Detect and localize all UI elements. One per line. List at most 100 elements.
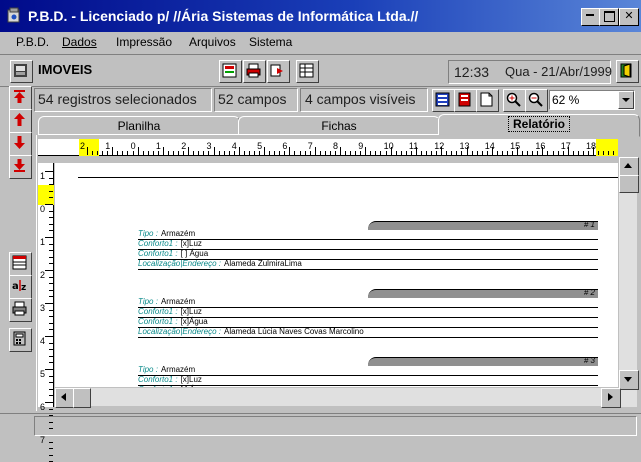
- horizontal-ruler: 2 1 0 1 2 3 4 5 6 7 8 9 10 11 12 13 14 15 16 17 18: [38, 139, 618, 156]
- calculator-button[interactable]: [9, 328, 32, 352]
- ruler-tick-label: 1: [40, 171, 46, 181]
- status-bar: [34, 416, 637, 436]
- zoom-value: 62 %: [552, 93, 580, 107]
- field-label: Conforto1 :: [138, 249, 178, 258]
- exit-button[interactable]: [616, 60, 639, 83]
- ruler-tick-mark: [49, 316, 53, 318]
- last-record-button[interactable]: [9, 155, 32, 179]
- ruler-tick-mark: [92, 151, 94, 155]
- ruler-tick-mark: [142, 151, 144, 155]
- ruler-tick-mark: [49, 355, 53, 357]
- database-button[interactable]: [10, 60, 33, 83]
- ruler-tick-mark: [49, 408, 53, 410]
- field-label: Localização|Endereço :: [138, 259, 222, 268]
- scroll-down-button[interactable]: [619, 370, 639, 390]
- vertical-scroll-thumb[interactable]: [619, 175, 639, 193]
- field-label: Conforto1 :: [138, 239, 178, 248]
- zoom-select[interactable]: 62 %: [549, 90, 635, 110]
- next-record-button[interactable]: [9, 132, 32, 156]
- ruler-tick-mark: [45, 402, 53, 403]
- horizontal-scrollbar[interactable]: [55, 388, 621, 408]
- ruler-tick-label: 1: [105, 141, 111, 151]
- ruler-tick-mark: [162, 147, 164, 155]
- zoom-dropdown-button[interactable]: [618, 91, 634, 109]
- calculator-icon: [13, 331, 26, 346]
- menu-dados[interactable]: Dados: [62, 35, 97, 49]
- menu-sistema[interactable]: Sistema: [249, 35, 292, 49]
- first-record-button[interactable]: [9, 86, 32, 110]
- ruler-tick-mark: [547, 151, 549, 155]
- ruler-tick-mark: [49, 177, 53, 179]
- form-icon: [222, 63, 237, 78]
- record-field: Localização|Endereço : Alameda Lúcia Nave…: [138, 327, 598, 338]
- page-icon: [480, 92, 493, 107]
- form-button[interactable]: [219, 60, 242, 83]
- ruler-tick-mark: [324, 151, 326, 155]
- print-preview-button[interactable]: [9, 298, 32, 322]
- layout-button[interactable]: [432, 89, 455, 112]
- ruler-tick-mark: [49, 263, 53, 265]
- zoom-out-button[interactable]: [525, 89, 548, 112]
- horizontal-scroll-thumb[interactable]: [73, 388, 91, 408]
- field-label: Localização|Endereço :: [138, 327, 222, 336]
- print-button[interactable]: [243, 60, 266, 83]
- close-icon: ✕: [624, 9, 634, 22]
- ruler-tick-mark: [304, 151, 306, 155]
- previous-record-button[interactable]: [9, 109, 32, 133]
- ruler-tick-mark: [49, 276, 53, 278]
- ruler-tick-mark: [496, 151, 498, 155]
- ruler-tick-mark: [506, 151, 508, 155]
- ruler-tick-mark: [49, 197, 53, 199]
- clock-date: Qua - 21/Abr/1999: [505, 64, 612, 79]
- maximize-button[interactable]: [599, 8, 619, 26]
- zoom-in-button[interactable]: [503, 89, 526, 112]
- ruler-tick-label: 2: [40, 270, 46, 280]
- field-value: [x]Luz: [180, 239, 202, 248]
- menu-impressao[interactable]: Impressão: [116, 35, 172, 49]
- records-count-panel: 54 registros selecionados: [34, 88, 212, 112]
- arrow-left-icon: [61, 393, 66, 401]
- sheet-button[interactable]: [296, 60, 319, 83]
- table-view-button[interactable]: [9, 252, 32, 276]
- export-button[interactable]: [267, 60, 290, 83]
- ruler-tick-label: 4: [231, 141, 237, 151]
- ruler-tick-mark: [314, 147, 316, 155]
- ruler-tick-mark: [49, 342, 53, 344]
- report-button[interactable]: [454, 89, 477, 112]
- ruler-tick-mark: [542, 147, 544, 155]
- ruler-tick-mark: [147, 151, 149, 155]
- page-button[interactable]: [476, 89, 499, 112]
- clock-panel: 12:33 Qua - 21/Abr/1999: [448, 60, 612, 84]
- tab-relatorio[interactable]: Relatório: [438, 114, 640, 137]
- ruler-tick-label: 5: [257, 141, 263, 151]
- ruler-tick-mark: [137, 147, 139, 155]
- ruler-tick-mark: [269, 151, 271, 155]
- close-button[interactable]: ✕: [619, 8, 639, 26]
- menu-arquivos[interactable]: Arquivos: [189, 35, 236, 49]
- ruler-tick-mark: [49, 223, 53, 225]
- scroll-right-button[interactable]: [601, 388, 621, 408]
- ruler-tick-mark: [49, 395, 53, 397]
- ruler-tick-mark: [49, 454, 53, 456]
- field-label: Tipo :: [138, 365, 158, 374]
- ruler-tick-mark: [441, 147, 443, 155]
- app-icon[interactable]: [6, 7, 22, 23]
- menu-pbd[interactable]: P.B.D.: [16, 35, 49, 49]
- ruler-tick-mark: [461, 151, 463, 155]
- scroll-left-button[interactable]: [55, 388, 75, 408]
- ruler-tick-mark: [45, 303, 53, 304]
- ruler-tick-mark: [476, 151, 478, 155]
- arrow-up-icon: [624, 163, 632, 168]
- arrow-bottom-icon: [14, 159, 25, 172]
- vertical-scrollbar[interactable]: [619, 157, 639, 407]
- report-record: # 2 Tipo : Armazém Conforto1 : [x]Luz Confort…: [138, 288, 598, 347]
- database-icon: [14, 64, 27, 77]
- sort-button[interactable]: az: [9, 275, 32, 299]
- ruler-tick-mark: [45, 237, 53, 238]
- ruler-tick-mark: [233, 151, 235, 155]
- ruler-tick-mark: [213, 147, 215, 155]
- scroll-up-button[interactable]: [619, 157, 639, 177]
- ruler-tick-mark: [45, 204, 53, 205]
- ruler-tick-mark: [390, 147, 392, 155]
- minimize-button[interactable]: [581, 8, 601, 26]
